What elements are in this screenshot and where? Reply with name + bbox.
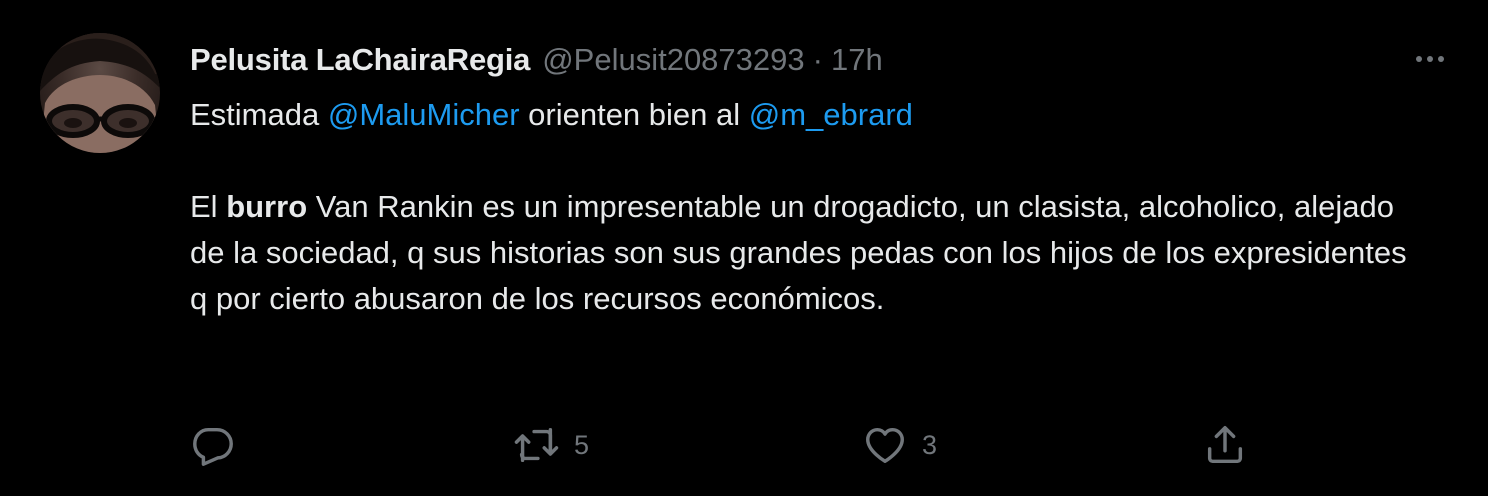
- tweet-text: Estimada @MaluMicher orienten bien al @m…: [190, 92, 1410, 322]
- reply-icon: [193, 427, 233, 466]
- heart-icon: [866, 427, 904, 464]
- tweet-paragraph-2: El burro Van Rankin es un impresentable …: [190, 189, 1407, 316]
- more-options-button[interactable]: [1408, 44, 1452, 74]
- more-dot-icon: [1438, 56, 1444, 62]
- author-handle[interactable]: @Pelusit20873293: [542, 42, 804, 78]
- more-dot-icon: [1416, 56, 1422, 62]
- share-icon: [1207, 426, 1243, 464]
- share-button[interactable]: [1202, 420, 1248, 470]
- like-button[interactable]: 3: [862, 420, 937, 470]
- retweet-icon: [514, 427, 559, 463]
- retweet-button[interactable]: 5: [512, 420, 589, 470]
- author-display-name[interactable]: Pelusita LaChairaRegia: [190, 42, 530, 78]
- like-count: 3: [922, 429, 938, 460]
- more-dot-icon: [1427, 56, 1433, 62]
- bold-word: burro: [226, 189, 308, 224]
- mention-link[interactable]: @m_ebrard: [749, 97, 913, 132]
- retweet-count: 5: [574, 429, 590, 460]
- avatar-photo-icon: [40, 33, 160, 153]
- tweet-line-1: Estimada @MaluMicher orienten bien al @m…: [190, 97, 913, 132]
- avatar[interactable]: [40, 33, 160, 153]
- tweet-header: Pelusita LaChairaRegia @Pelusit20873293 …: [190, 40, 883, 80]
- reply-button[interactable]: [190, 420, 250, 470]
- timestamp[interactable]: 17h: [831, 42, 883, 78]
- mention-link[interactable]: @MaluMicher: [328, 97, 520, 132]
- action-bar: 5 3: [190, 420, 1290, 470]
- separator-dot: ·: [812, 42, 823, 77]
- tweet-card[interactable]: Pelusita LaChairaRegia @Pelusit20873293 …: [0, 0, 1488, 496]
